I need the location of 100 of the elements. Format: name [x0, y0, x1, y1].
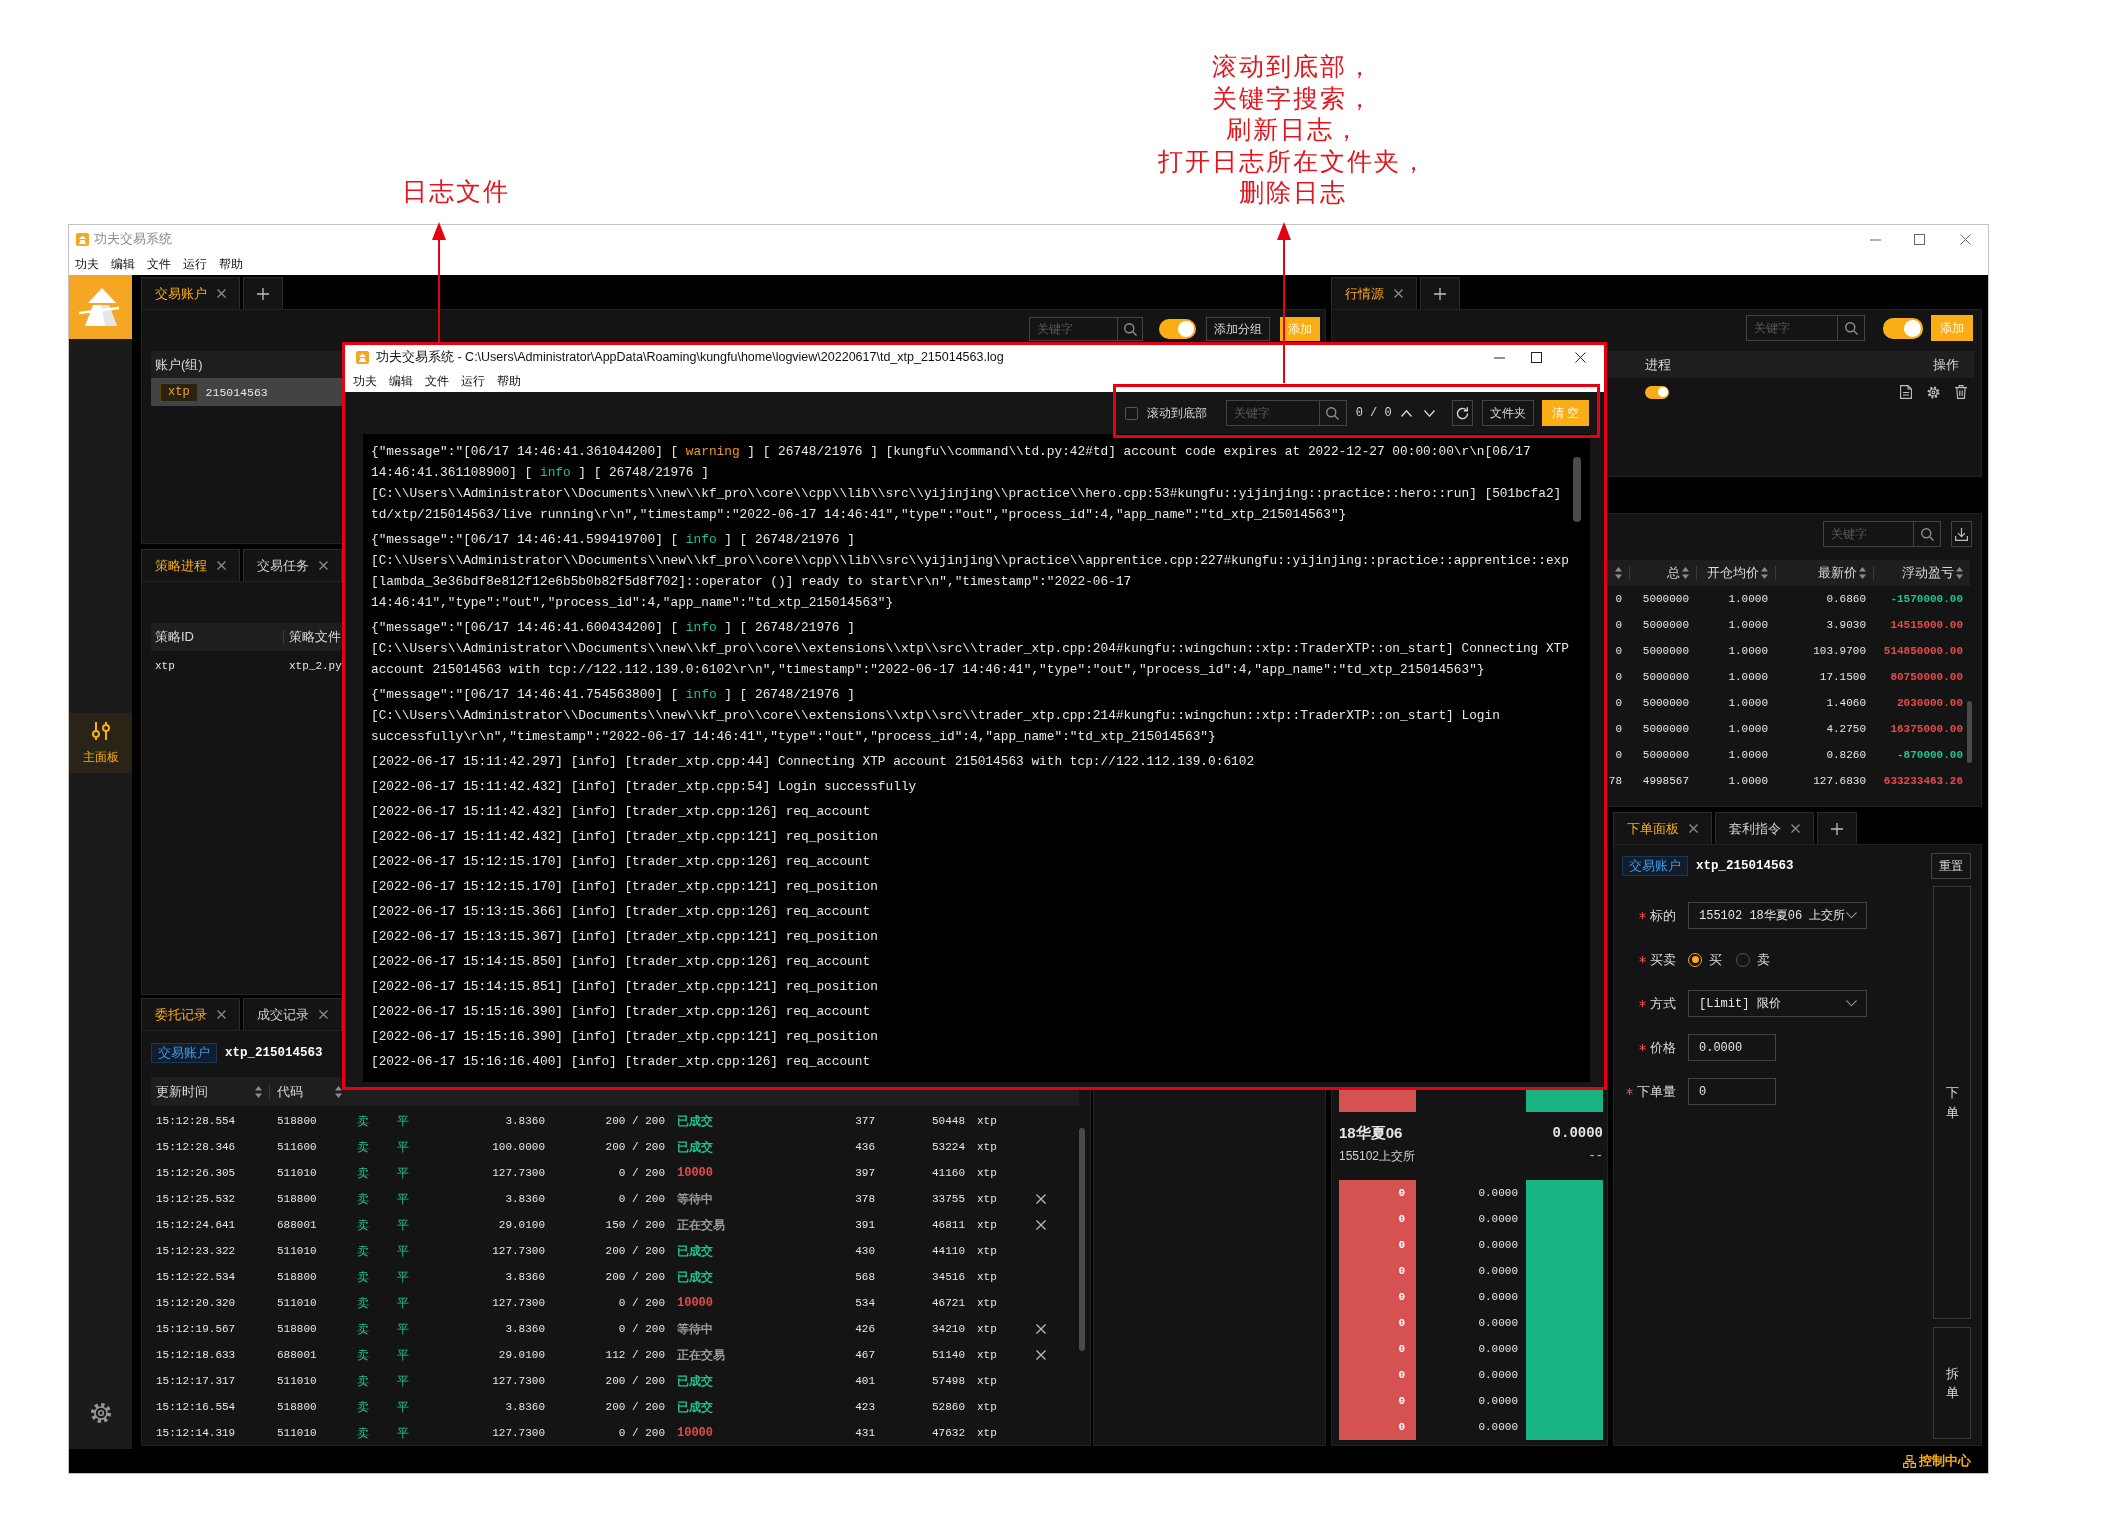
action-button[interactable]: 下单 — [1933, 886, 1971, 1319]
add-tab-button[interactable] — [243, 277, 283, 309]
toolbar-button[interactable]: 文件夹 — [1481, 400, 1534, 426]
column-header[interactable]: 总 — [1667, 564, 1680, 582]
menu-item[interactable]: 帮助 — [219, 256, 243, 273]
table-cell-text: 518800 — [276, 1323, 318, 1335]
sort-icon[interactable] — [1615, 567, 1622, 579]
column-header[interactable]: 开仓均价 — [1707, 564, 1759, 582]
search-button[interactable] — [1913, 521, 1941, 547]
sort-icon[interactable] — [255, 1085, 262, 1098]
tab[interactable]: 交易账户 — [141, 277, 240, 309]
table-cell-text: 112 / 200 — [604, 1349, 666, 1361]
plus-icon — [1831, 822, 1843, 835]
select-field[interactable]: [Limit] 限价 — [1688, 990, 1867, 1017]
search-field[interactable]: 关键字 — [1746, 315, 1837, 341]
refresh-button[interactable] — [1451, 400, 1473, 426]
tab[interactable]: 下单面板 — [1613, 812, 1712, 844]
menu-item[interactable]: 功夫 — [75, 256, 99, 273]
add-tab-button[interactable] — [1817, 812, 1857, 844]
column-header[interactable]: 更新时间 — [151, 1077, 270, 1106]
close-icon[interactable] — [1575, 352, 1586, 363]
tab[interactable]: 委托记录 — [141, 998, 240, 1030]
tab[interactable]: 成交记录 — [243, 998, 342, 1030]
depth-price: 0.0000 — [1477, 1238, 1519, 1253]
file-icon[interactable] — [1900, 385, 1912, 399]
column-header[interactable]: 代码 — [270, 1077, 346, 1106]
toggle-switch[interactable] — [1159, 319, 1196, 339]
search-field[interactable]: 关键字 — [1029, 317, 1117, 341]
search-button[interactable] — [1117, 317, 1143, 341]
table-cell-text: 已成交 — [676, 1113, 714, 1130]
hierarchy-icon — [1903, 1454, 1916, 1468]
search-button[interactable] — [1318, 400, 1347, 426]
search-field[interactable]: 关键字 — [1823, 521, 1913, 547]
maximize-icon[interactable] — [1531, 352, 1542, 363]
add-tab-button[interactable] — [1420, 277, 1460, 309]
toggle-switch[interactable] — [1645, 385, 1669, 399]
search-field[interactable]: 关键字 — [1225, 400, 1319, 426]
close-icon[interactable] — [1036, 1324, 1046, 1334]
tab[interactable]: 行情源 — [1331, 277, 1417, 309]
input-field[interactable]: 0 — [1688, 1078, 1776, 1105]
trash-icon[interactable] — [1955, 385, 1967, 399]
gear-icon[interactable] — [1927, 385, 1940, 399]
checkbox-label[interactable]: 滚动到底部 — [1146, 404, 1207, 422]
scrollbar[interactable] — [1573, 457, 1581, 522]
toggle-switch[interactable] — [1883, 317, 1923, 339]
tab[interactable]: 套利指令 — [1715, 812, 1814, 844]
volume-bar: 0 — [1339, 1310, 1416, 1336]
chevron-up-icon[interactable] — [1400, 409, 1412, 417]
table-cell-text: 200 / 200 — [604, 1401, 666, 1413]
action-button[interactable]: 拆单 — [1933, 1327, 1971, 1439]
table-cell-text: 15:12:22.534 — [155, 1271, 237, 1283]
sort-icon[interactable] — [1956, 567, 1963, 579]
menu-item[interactable]: 帮助 — [497, 372, 521, 390]
column-header[interactable]: 最新价 — [1818, 564, 1857, 582]
depth-price: 0.0000 — [1477, 1290, 1519, 1305]
menu-item[interactable]: 功夫 — [353, 372, 377, 390]
minimize-icon[interactable] — [1494, 356, 1505, 359]
tab[interactable]: 策略进程 — [141, 549, 240, 581]
scrollbar[interactable] — [1967, 701, 1972, 763]
table-cell-text: 431 — [854, 1427, 876, 1439]
table-row[interactable]: xtp 215014563 — [151, 378, 343, 406]
menu-item[interactable]: 运行 — [461, 372, 485, 390]
close-icon[interactable] — [1036, 1350, 1046, 1360]
sort-icon[interactable] — [1682, 567, 1689, 579]
table-cell-text: 卖 — [356, 1346, 370, 1364]
select-field[interactable]: 155102 18华夏06 上交所 — [1688, 902, 1867, 929]
menu-item[interactable]: 编辑 — [111, 256, 135, 273]
table-cell: 17.1500 — [1819, 671, 1866, 683]
toolbar-button[interactable]: 添加分组 — [1206, 317, 1270, 341]
table-cell-text: 397 — [854, 1167, 876, 1179]
settings-icon[interactable] — [89, 1402, 112, 1424]
input-field[interactable]: 0.0000 — [1688, 1034, 1776, 1061]
menu-item[interactable]: 编辑 — [389, 372, 413, 390]
download-button[interactable] — [1951, 521, 1972, 547]
menu-item[interactable]: 文件 — [147, 256, 171, 273]
column-header[interactable]: 浮动盈亏 — [1902, 564, 1954, 582]
table-cell-text: 等待中 — [676, 1321, 714, 1338]
table-cell-text: 511010 — [276, 1375, 318, 1387]
search-icon — [1326, 406, 1340, 420]
table-cell-text: 100.0000 — [491, 1141, 546, 1153]
radio-option[interactable]: 买 — [1688, 950, 1722, 969]
reset-button[interactable]: 重置 — [1931, 853, 1971, 879]
control-center-link[interactable]: 控制中心 — [1903, 1452, 1971, 1470]
checkbox[interactable] — [1124, 406, 1138, 420]
sort-icon[interactable] — [1761, 567, 1768, 579]
close-icon[interactable] — [1036, 1220, 1046, 1230]
tab[interactable]: 交易任务 — [243, 549, 342, 581]
chevron-down-icon[interactable] — [1423, 409, 1435, 417]
table-cell-text: 127.7300 — [491, 1427, 546, 1439]
table-cell-text: 平 — [396, 1164, 410, 1182]
sort-icon[interactable] — [1859, 567, 1866, 579]
menu-item[interactable]: 运行 — [183, 256, 207, 273]
close-icon[interactable] — [1036, 1194, 1046, 1204]
menu-item[interactable]: 文件 — [425, 372, 449, 390]
sort-icon[interactable] — [335, 1085, 342, 1098]
sidebar-item[interactable]: 主面板 — [69, 713, 132, 773]
table-cell-text: xtp — [976, 1427, 998, 1439]
search-button[interactable] — [1837, 315, 1865, 341]
radio-option[interactable]: 卖 — [1736, 950, 1770, 969]
scrollbar[interactable] — [1079, 1128, 1085, 1351]
